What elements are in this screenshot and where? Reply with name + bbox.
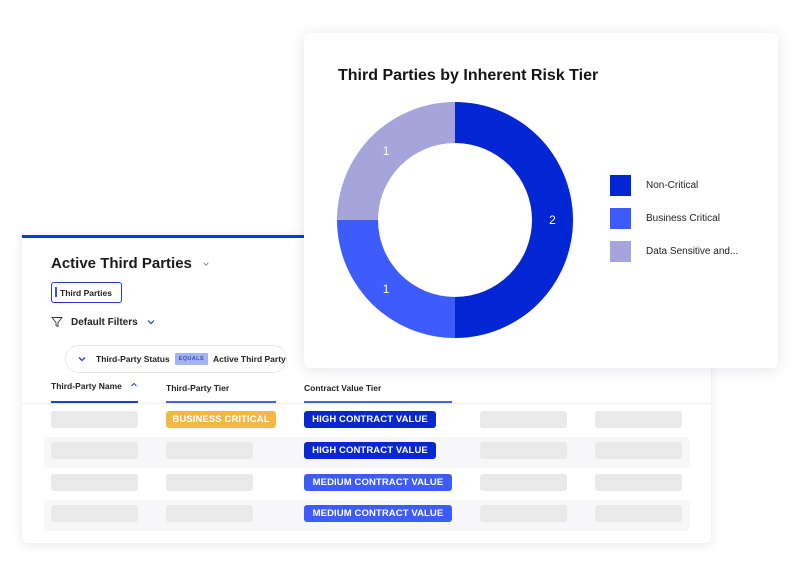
donut-slice-business-critical[interactable]: [337, 220, 455, 338]
slice-value-label: 2: [549, 213, 556, 227]
legend-swatch: [610, 241, 631, 262]
filters-label: Default Filters: [71, 316, 138, 328]
table-row[interactable]: HIGH CONTRACT VALUE: [44, 437, 690, 468]
table-row[interactable]: MEDIUM CONTRACT VALUE: [44, 469, 690, 500]
card-title[interactable]: Active Third Parties: [51, 255, 210, 272]
filter-icon: [51, 317, 63, 327]
filter-value: Active Third Party: [213, 354, 286, 364]
legend-item-data-sensitive[interactable]: Data Sensitive and...: [610, 241, 738, 262]
name-placeholder: [51, 442, 138, 459]
column-label: Contract Value Tier: [304, 383, 382, 393]
cell-placeholder: [480, 474, 567, 491]
donut-chart: 2 1 1: [337, 102, 573, 338]
chevron-down-icon: [78, 357, 86, 362]
table-row[interactable]: BUSINESS CRITICAL HIGH CONTRACT VALUE: [44, 406, 690, 437]
card-title-text: Active Third Parties: [51, 255, 192, 272]
cell-placeholder: [595, 442, 682, 459]
slice-value-label: 1: [383, 144, 390, 158]
filter-chip-status[interactable]: Third-Party Status EQUALS Active Third P…: [65, 345, 287, 373]
risk-tier-chart-card: Third Parties by Inherent Risk Tier 211 …: [304, 33, 778, 368]
column-label: Third-Party Tier: [166, 383, 230, 393]
header-divider: [22, 403, 711, 404]
legend-label: Business Critical: [646, 213, 720, 224]
legend-item-business-critical[interactable]: Business Critical: [610, 208, 738, 229]
cell-placeholder: [595, 411, 682, 428]
legend-item-non-critical[interactable]: Non-Critical: [610, 175, 738, 196]
cell-placeholder: [480, 442, 567, 459]
name-placeholder: [51, 505, 138, 522]
tier-badge: BUSINESS CRITICAL: [166, 411, 276, 428]
tier-placeholder: [166, 505, 253, 522]
cell-placeholder: [480, 411, 567, 428]
legend-label: Non-Critical: [646, 180, 699, 191]
column-header-tier[interactable]: Third-Party Tier: [166, 381, 276, 403]
contract-value-badge: MEDIUM CONTRACT VALUE: [304, 505, 452, 522]
column-header-contract-value[interactable]: Contract Value Tier: [304, 381, 452, 403]
donut-slice-data-sensitive-and[interactable]: [337, 102, 455, 220]
column-label: Third-Party Name: [51, 381, 122, 391]
tab-label: Third Parties: [60, 287, 112, 298]
contract-value-badge: HIGH CONTRACT VALUE: [304, 411, 436, 428]
tier-placeholder: [166, 474, 253, 491]
name-placeholder: [51, 411, 138, 428]
filter-field: Third-Party Status: [96, 354, 170, 364]
chevron-down-icon: [203, 262, 209, 266]
legend-swatch: [610, 175, 631, 196]
chart-legend: Non-Critical Business Critical Data Sens…: [610, 175, 738, 274]
contract-value-badge: HIGH CONTRACT VALUE: [304, 442, 436, 459]
cell-placeholder: [595, 505, 682, 522]
table-row[interactable]: MEDIUM CONTRACT VALUE: [44, 500, 690, 531]
filter-operator-badge: EQUALS: [174, 353, 209, 365]
name-placeholder: [51, 474, 138, 491]
contract-value-badge: MEDIUM CONTRACT VALUE: [304, 474, 452, 491]
legend-swatch: [610, 208, 631, 229]
tab-third-parties[interactable]: Third Parties: [51, 282, 122, 303]
chevron-down-icon: [147, 320, 155, 325]
slice-value-label: 1: [383, 282, 390, 296]
tier-placeholder: [166, 442, 253, 459]
sort-ascending-icon: [131, 382, 137, 387]
cell-placeholder: [595, 474, 682, 491]
legend-label: Data Sensitive and...: [646, 246, 739, 257]
default-filters-toggle[interactable]: Default Filters: [51, 316, 156, 328]
chart-title: Third Parties by Inherent Risk Tier: [338, 67, 599, 84]
column-header-name[interactable]: Third-Party Name: [51, 381, 138, 403]
cell-placeholder: [480, 505, 567, 522]
